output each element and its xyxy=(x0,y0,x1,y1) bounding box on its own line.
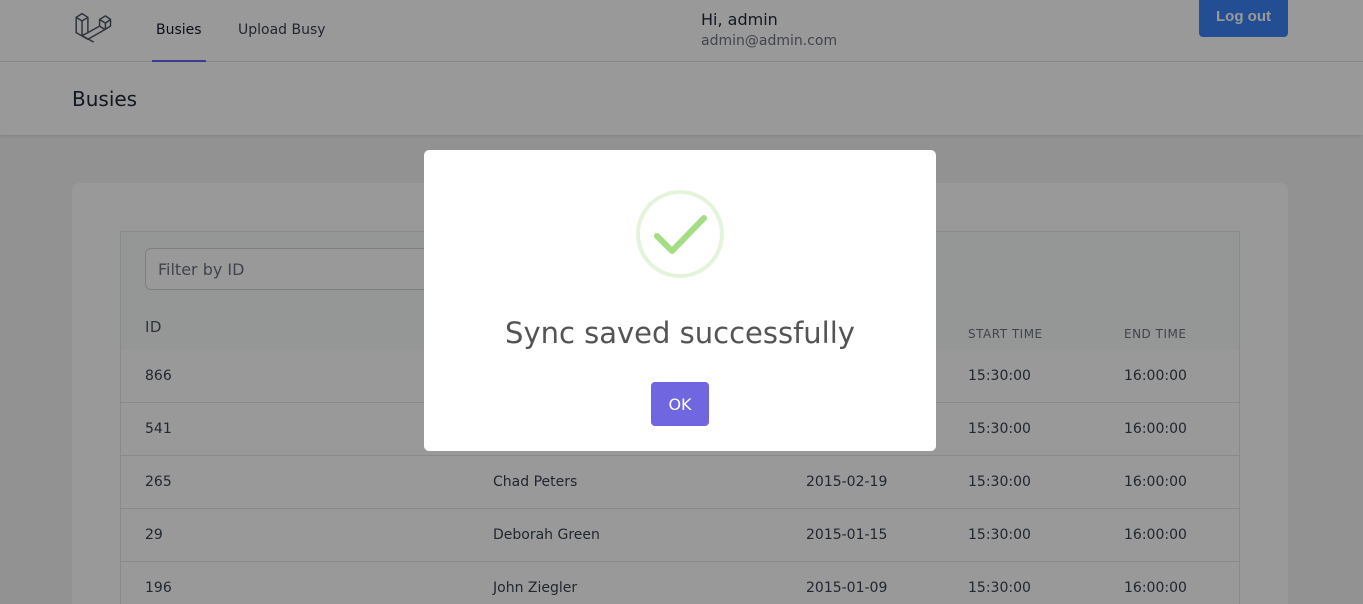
ok-button[interactable]: OK xyxy=(651,382,709,426)
success-check-icon xyxy=(636,190,724,278)
success-dialog: Sync saved successfully OK xyxy=(424,150,936,451)
dialog-title: Sync saved successfully xyxy=(505,316,855,350)
